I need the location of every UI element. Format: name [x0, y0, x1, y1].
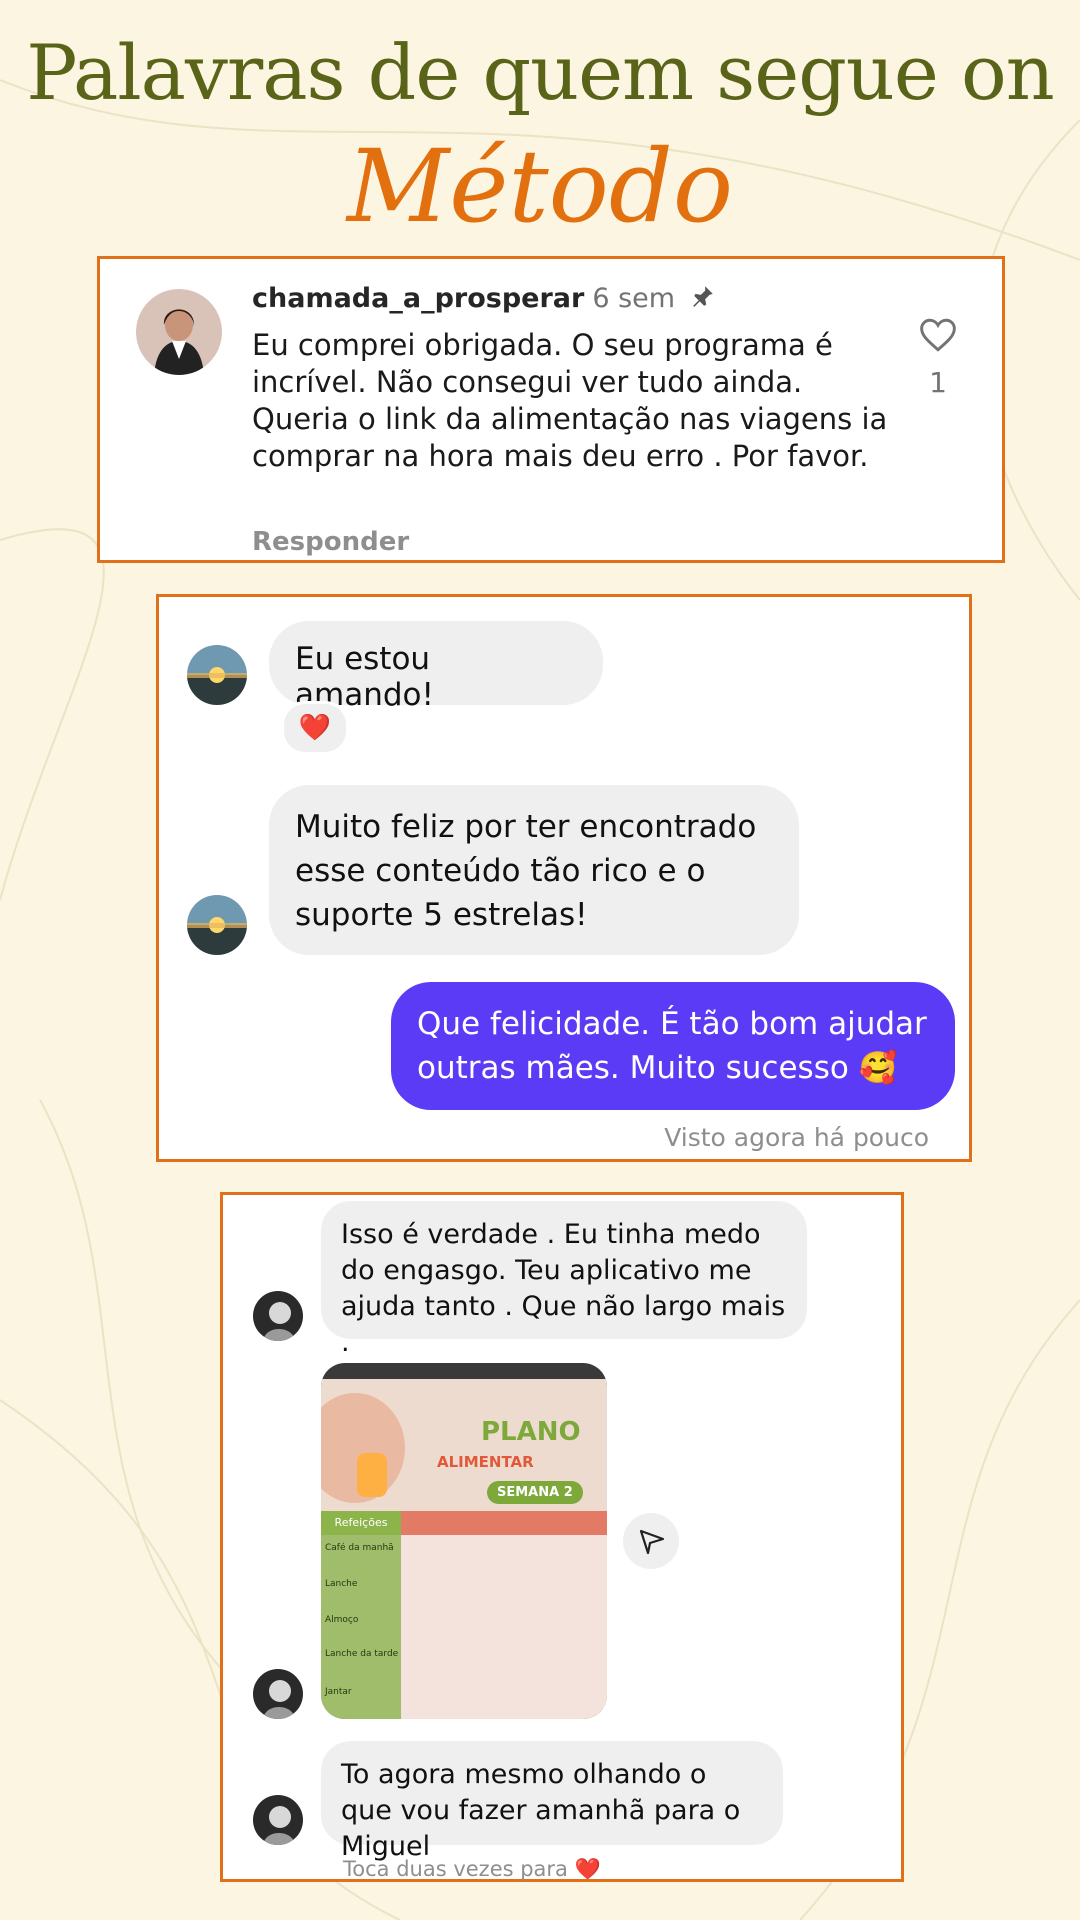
photo-row-label: Almoço	[325, 1615, 359, 1625]
message-text: Muito feliz por ter encontrado esse cont…	[295, 809, 757, 933]
message-text: To agora mesmo olhando o que vou fazer a…	[341, 1759, 741, 1862]
double-tap-hint: Toca duas vezes para ❤️	[343, 1857, 601, 1882]
photo-row-label: Jantar	[325, 1687, 352, 1697]
photo-plan-subtitle: ALIMENTAR	[437, 1453, 534, 1471]
baby-avatar	[253, 1795, 303, 1845]
page-title: Palavras de quem segue on	[26, 28, 1054, 117]
seen-status: Visto agora há pouco	[664, 1123, 929, 1152]
heart-icon: ❤️	[574, 1857, 601, 1881]
reply-button[interactable]: Responder	[252, 527, 409, 557]
photo-table-header: Refeições	[321, 1511, 401, 1535]
message-text: Isso é verdade . Eu tinha medo do engasg…	[341, 1219, 786, 1358]
heart-outline-icon[interactable]	[918, 317, 958, 357]
message-bubble: To agora mesmo olhando o que vou fazer a…	[321, 1741, 783, 1862]
comment-time: 6 sem	[592, 283, 676, 314]
heart-reaction-icon: ❤️	[298, 713, 332, 743]
message-bubble: Isso é verdade . Eu tinha medo do engasg…	[321, 1201, 807, 1358]
photo-plan-title: PLANO	[481, 1417, 581, 1447]
shared-photo[interactable]: PLANO ALIMENTAR SEMANA 2 Refeições Café …	[321, 1363, 607, 1719]
message-bubble: Eu estou amando!	[269, 621, 603, 713]
my-message-bubble: Que felicidade. É tão bom ajudar outras …	[391, 982, 955, 1110]
send-icon	[639, 1529, 665, 1555]
photo-week-badge: SEMANA 2	[487, 1481, 583, 1504]
page-subtitle: Método	[346, 128, 734, 245]
chat-card-1: Eu estou amando! ❤️ Muito feliz por ter …	[156, 594, 972, 1162]
share-button[interactable]	[623, 1513, 679, 1569]
photo-row-label: Lanche	[325, 1579, 358, 1589]
comment-text: Eu comprei obrigada. O seu programa é in…	[252, 328, 888, 473]
message-text: Que felicidade. É tão bom ajudar outras …	[417, 1006, 927, 1086]
reaction-badge[interactable]: ❤️	[281, 701, 349, 755]
pin-icon	[690, 283, 716, 316]
comment-card: chamada_a_prosperar 6 sem Eu comprei obri…	[97, 256, 1005, 563]
bottle-icon	[357, 1453, 387, 1497]
like-count: 1	[929, 366, 947, 399]
sunset-avatar	[187, 895, 247, 955]
comment-username-row: chamada_a_prosperar 6 sem	[252, 283, 716, 316]
message-bubble: Muito feliz por ter encontrado esse cont…	[269, 785, 799, 955]
hint-text: Toca duas vezes para	[343, 1857, 568, 1881]
baby-avatar	[253, 1291, 303, 1341]
comment-username[interactable]: chamada_a_prosperar	[252, 283, 584, 314]
baby-avatar	[253, 1669, 303, 1719]
photo-row-label: Café da manhã	[325, 1543, 394, 1553]
sunset-avatar	[187, 645, 247, 705]
commenter-avatar	[136, 289, 222, 375]
photo-row-label: Lanche da tarde	[325, 1649, 399, 1659]
chat-card-2: Isso é verdade . Eu tinha medo do engasg…	[220, 1192, 904, 1882]
